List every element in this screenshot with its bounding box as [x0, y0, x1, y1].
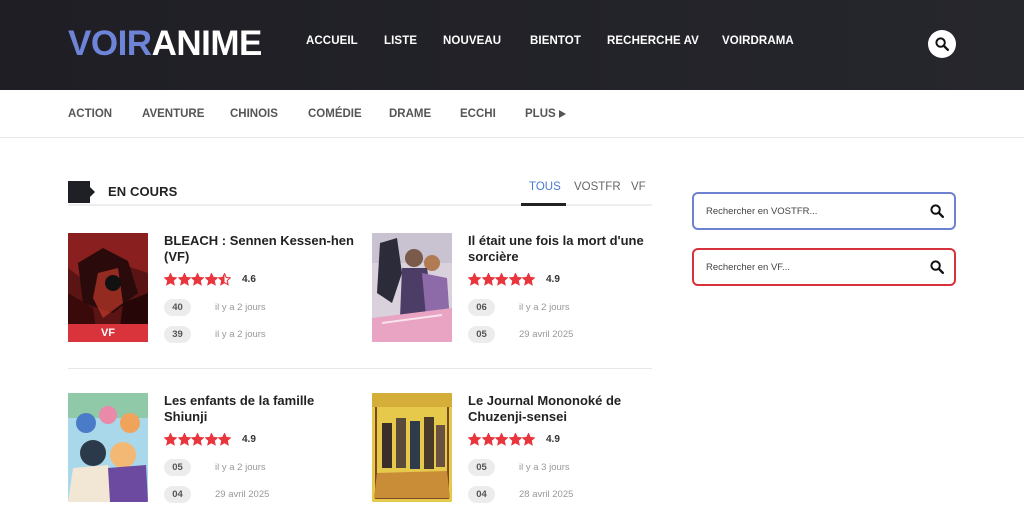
- episode-number[interactable]: 05: [468, 326, 495, 343]
- active-tab-indicator: [521, 203, 566, 206]
- tab-tous[interactable]: TOUS: [529, 181, 561, 193]
- episode-date: il y a 2 jours: [215, 329, 266, 340]
- genre-chinois[interactable]: CHINOIS: [230, 108, 278, 120]
- anime-title[interactable]: BLEACH : Sennen Kessen-hen (VF): [164, 233, 356, 265]
- vf-badge: VF: [68, 324, 148, 342]
- search-icon[interactable]: [930, 260, 944, 274]
- star-icon: [218, 273, 231, 286]
- search-vostfr-box[interactable]: [692, 192, 956, 230]
- episode-number[interactable]: 04: [468, 486, 495, 503]
- nav-accueil[interactable]: ACCUEIL: [306, 35, 358, 47]
- star-icon: [508, 273, 522, 286]
- episode-number[interactable]: 06: [468, 299, 495, 316]
- genre-ecchi[interactable]: ECCHI: [460, 108, 496, 120]
- site-header: VOIRANIME ACCUEIL LISTE NOUVEAU BIENTOT …: [0, 0, 1024, 90]
- star-icon: [468, 433, 481, 446]
- episode-number[interactable]: 40: [164, 299, 191, 316]
- episode-date: 29 avril 2025: [519, 329, 574, 340]
- anime-poster[interactable]: [372, 393, 452, 502]
- episode-number[interactable]: 05: [468, 459, 495, 476]
- star-icon: [468, 273, 481, 286]
- star-icon: [495, 273, 508, 286]
- anime-title[interactable]: Les enfants de la famille Shiunji: [164, 393, 356, 425]
- anime-poster[interactable]: [372, 233, 452, 342]
- episode-date: il y a 2 jours: [215, 462, 266, 473]
- star-icon: [191, 273, 204, 286]
- episode-number[interactable]: 05: [164, 459, 191, 476]
- row-divider: [68, 368, 652, 369]
- rating-value: 4.6: [242, 274, 256, 285]
- nav-recherche-av[interactable]: RECHERCHE AV: [607, 35, 699, 47]
- site-logo[interactable]: VOIRANIME: [68, 24, 262, 64]
- nav-liste[interactable]: LISTE: [384, 35, 417, 47]
- genre-drame[interactable]: DRAME: [389, 108, 431, 120]
- rating-value: 4.9: [546, 274, 560, 285]
- episode-number[interactable]: 39: [164, 326, 191, 343]
- star-icon: [522, 433, 535, 446]
- star-icon: [191, 433, 204, 446]
- star-icon: [164, 273, 177, 286]
- star-icon: [177, 433, 191, 446]
- genre-bar: ACTION AVENTURE CHINOIS COMÉDIE DRAME EC…: [0, 90, 1024, 138]
- rating-value: 4.9: [546, 434, 560, 445]
- genre-aventure[interactable]: AVENTURE: [142, 108, 204, 120]
- anime-poster[interactable]: VF: [68, 233, 148, 342]
- nav-bientot[interactable]: BIENTOT: [530, 35, 581, 47]
- rating-value: 4.9: [242, 434, 256, 445]
- header-search-button[interactable]: [928, 30, 956, 58]
- section-title: EN COURS: [108, 184, 178, 199]
- episode-date: il y a 3 jours: [519, 462, 570, 473]
- genre-action[interactable]: ACTION: [68, 108, 112, 120]
- star-rating: [468, 273, 536, 287]
- nav-nouveau[interactable]: NOUVEAU: [443, 35, 501, 47]
- genre-comedie[interactable]: COMÉDIE: [308, 108, 362, 120]
- star-icon: [495, 433, 508, 446]
- star-icon: [204, 273, 218, 286]
- search-vf-box[interactable]: [692, 248, 956, 286]
- anime-title[interactable]: Il était une fois la mort d'une sorcière: [468, 233, 660, 265]
- tab-vf[interactable]: VF: [631, 181, 646, 193]
- star-rating: [164, 433, 232, 447]
- section-marker-icon: [68, 181, 95, 203]
- star-rating: [468, 433, 536, 447]
- search-icon: [935, 37, 949, 51]
- nav-voirdrama[interactable]: VOIRDRAMA: [722, 35, 794, 47]
- logo-part-anime: ANIME: [151, 24, 263, 63]
- star-icon: [164, 433, 177, 446]
- tab-vostfr[interactable]: VOSTFR: [574, 181, 621, 193]
- logo-part-voir: VOIR: [68, 24, 152, 63]
- anime-card[interactable]: Il était une fois la mort d'une sorcière…: [372, 233, 662, 343]
- search-vf-input[interactable]: [706, 259, 906, 275]
- anime-card[interactable]: Le Journal Mononoké de Chuzenji-sensei 4…: [372, 393, 662, 503]
- episode-date: 28 avril 2025: [519, 489, 574, 500]
- anime-title[interactable]: Le Journal Mononoké de Chuzenji-sensei: [468, 393, 660, 425]
- star-icon: [508, 433, 522, 446]
- search-vostfr-input[interactable]: [706, 203, 906, 219]
- episode-date: il y a 2 jours: [519, 302, 570, 313]
- star-icon: [481, 433, 495, 446]
- episode-date: 29 avril 2025: [215, 489, 270, 500]
- star-icon: [218, 433, 231, 446]
- star-rating: [164, 273, 232, 287]
- play-triangle-icon[interactable]: [559, 110, 566, 118]
- episode-number[interactable]: 04: [164, 486, 191, 503]
- star-icon: [177, 273, 191, 286]
- search-icon[interactable]: [930, 204, 944, 218]
- anime-card[interactable]: VF BLEACH : Sennen Kessen-hen (VF) 4.6 4…: [68, 233, 358, 343]
- anime-poster[interactable]: [68, 393, 148, 502]
- anime-card[interactable]: Les enfants de la famille Shiunji 4.9 05…: [68, 393, 358, 503]
- episode-date: il y a 2 jours: [215, 302, 266, 313]
- star-icon: [522, 273, 535, 286]
- genre-plus[interactable]: PLUS: [525, 108, 556, 120]
- star-icon: [204, 433, 218, 446]
- star-icon: [481, 273, 495, 286]
